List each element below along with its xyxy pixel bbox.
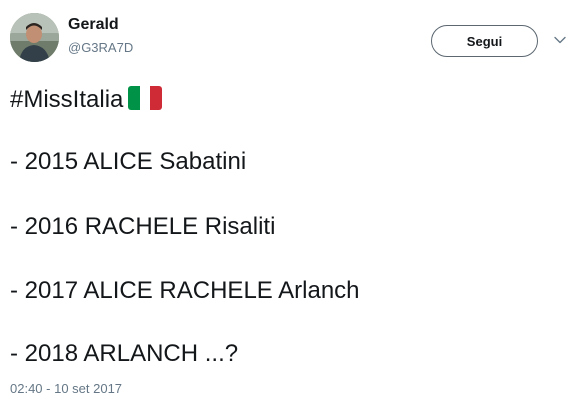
author-avatar[interactable] xyxy=(10,13,59,62)
avatar-photo-icon xyxy=(10,13,59,62)
chevron-down-icon[interactable] xyxy=(553,33,567,47)
tweet-timestamp[interactable]: 02:40 - 10 set 2017 xyxy=(10,381,122,396)
author-handle[interactable]: @G3RA7D xyxy=(68,40,133,55)
tweet-text-line: - 2018 ARLANCH ...? xyxy=(10,340,239,367)
tweet-text-line: - 2017 ALICE RACHELE Arlanch xyxy=(10,277,360,304)
tweet-text-line: #MissItalia xyxy=(10,86,163,114)
author-name[interactable]: Gerald xyxy=(68,16,119,34)
tweet-text-line: - 2016 RACHELE Risaliti xyxy=(10,213,276,240)
follow-button[interactable]: Segui xyxy=(431,25,538,57)
tweet-text-line: - 2015 ALICE Sabatini xyxy=(10,148,247,175)
tweet-card: Gerald @G3RA7D Segui #MissItalia - 2015 … xyxy=(0,0,584,410)
hashtag-link[interactable]: #MissItalia xyxy=(10,86,123,113)
italy-flag-icon xyxy=(128,86,163,110)
